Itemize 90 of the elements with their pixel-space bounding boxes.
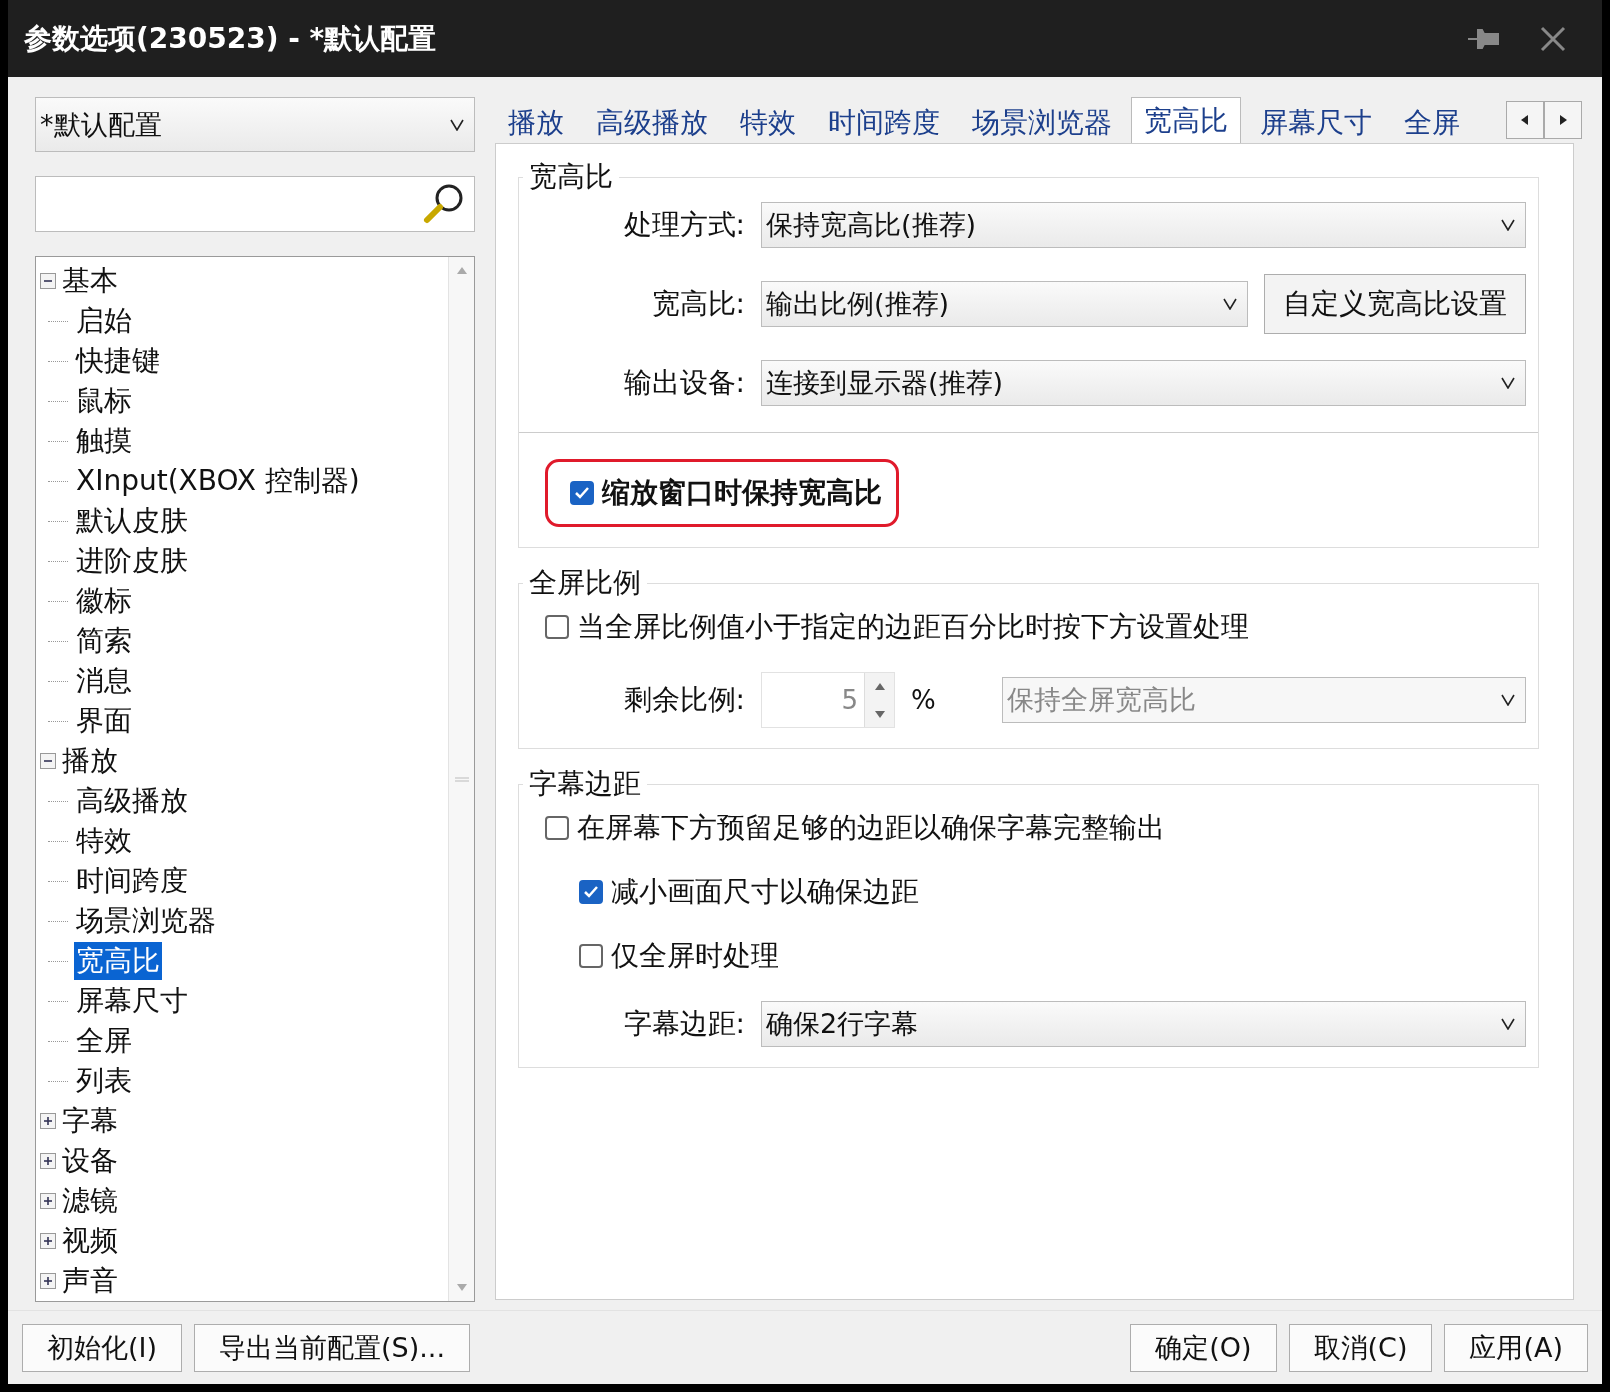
- field-label: 输出设备:: [622, 365, 745, 401]
- checkbox-label: 仅全屏时处理: [611, 938, 779, 974]
- tree-item[interactable]: 界面: [74, 702, 134, 740]
- scroll-up-icon: [455, 265, 468, 277]
- expand-icon[interactable]: [40, 1113, 56, 1129]
- checkbox[interactable]: [545, 615, 569, 639]
- tree-item[interactable]: 屏幕尺寸: [74, 982, 190, 1020]
- tab-scroll-left-button[interactable]: [1506, 101, 1544, 139]
- checkbox[interactable]: [579, 880, 603, 904]
- right-arrow-icon: [1557, 114, 1569, 126]
- tree-item[interactable]: 列表: [74, 1062, 134, 1100]
- tree-item[interactable]: 启始: [74, 302, 134, 340]
- tree-item[interactable]: 声音: [60, 1262, 120, 1300]
- expand-icon[interactable]: [40, 1193, 56, 1209]
- caret-icon: [450, 118, 464, 131]
- group-title: 全屏比例: [528, 565, 642, 601]
- field-label: 剩余比例:: [622, 682, 745, 718]
- tree-item[interactable]: 徽标: [74, 582, 134, 620]
- tree-item[interactable]: 鼠标: [74, 382, 134, 420]
- tab[interactable]: 屏幕尺寸: [1247, 101, 1385, 143]
- tab[interactable]: 全屏: [1391, 101, 1473, 143]
- tree-item[interactable]: 播放: [60, 742, 120, 780]
- checkbox-label: 缩放窗口时保持宽高比: [602, 475, 882, 511]
- tab[interactable]: 高级播放: [583, 101, 721, 143]
- dropdown[interactable]: 保持宽高比(推荐): [761, 202, 1526, 248]
- tab-scroll-right-button[interactable]: [1544, 101, 1582, 139]
- tree-item[interactable]: 高级播放: [74, 782, 190, 820]
- tree-item[interactable]: 默认皮肤: [74, 502, 190, 540]
- caret-icon: [1501, 694, 1515, 706]
- tree-item[interactable]: 视频: [60, 1222, 120, 1260]
- field-label: 宽高比:: [650, 286, 745, 322]
- footer-button[interactable]: 初始化(I): [22, 1323, 183, 1372]
- checkbox-label: 当全屏比例值小于指定的边距百分比时按下方设置处理: [577, 609, 1249, 645]
- dropdown[interactable]: 连接到显示器(推荐): [761, 360, 1526, 406]
- custom-ratio-button[interactable]: 自定义宽高比设置: [1264, 274, 1526, 334]
- tree-item[interactable]: 全屏: [74, 1022, 134, 1060]
- caret-icon: [1223, 298, 1237, 310]
- tab[interactable]: 播放: [495, 101, 577, 143]
- grip-icon: [454, 776, 469, 782]
- caret-icon: [1501, 377, 1515, 389]
- tree-item[interactable]: 场景浏览器: [74, 902, 218, 940]
- tree-item[interactable]: 宽高比: [74, 942, 162, 980]
- window-title: 参数选项(230523) - *默认配置: [24, 20, 438, 57]
- group-title: 字幕边距: [528, 766, 642, 802]
- footer-button[interactable]: 确定(O): [1130, 1323, 1277, 1372]
- caret-icon: [1501, 219, 1515, 231]
- search-field[interactable]: [35, 176, 475, 232]
- tree-item[interactable]: 时间跨度: [74, 862, 190, 900]
- dropdown[interactable]: 确保2行字幕: [761, 1001, 1526, 1047]
- tree-item[interactable]: 触摸: [74, 422, 134, 460]
- caret-icon: [1501, 1018, 1515, 1030]
- dropdown[interactable]: 输出比例(推荐): [761, 281, 1248, 327]
- dropdown[interactable]: *默认配置: [35, 97, 475, 152]
- footer-button[interactable]: 取消(C): [1288, 1323, 1433, 1372]
- expand-icon[interactable]: [40, 1273, 56, 1289]
- footer-button[interactable]: 应用(A): [1444, 1323, 1588, 1372]
- unit-label: %: [911, 685, 936, 715]
- tree-item[interactable]: 快捷键: [74, 342, 162, 380]
- checkmark-icon: [583, 885, 599, 899]
- tab[interactable]: 特效: [727, 101, 809, 143]
- collapse-icon[interactable]: [40, 273, 56, 289]
- checkbox-label: 在屏幕下方预留足够的边距以确保字幕完整输出: [577, 810, 1165, 846]
- collapse-icon[interactable]: [40, 753, 56, 769]
- tab[interactable]: 场景浏览器: [959, 101, 1125, 143]
- scrollbar[interactable]: [448, 257, 474, 1301]
- tree-item[interactable]: 字幕: [60, 1102, 120, 1140]
- tree-item[interactable]: 基本: [60, 262, 120, 300]
- tree-item[interactable]: 滤镜: [60, 1182, 120, 1220]
- field-label: 字幕边距:: [622, 1006, 745, 1042]
- expand-icon[interactable]: [40, 1153, 56, 1169]
- tree-item[interactable]: 消息: [74, 662, 134, 700]
- footer-button[interactable]: 导出当前配置(S)...: [194, 1323, 470, 1372]
- tree-item[interactable]: 简索: [74, 622, 134, 660]
- field-label: 处理方式:: [622, 207, 745, 243]
- tree-item[interactable]: XInput(XBOX 控制器): [74, 462, 362, 500]
- checkbox[interactable]: [579, 944, 603, 968]
- close-icon[interactable]: [1540, 25, 1566, 52]
- tab[interactable]: 宽高比: [1131, 97, 1241, 143]
- group-title: 宽高比: [528, 159, 614, 195]
- checkbox[interactable]: [570, 481, 594, 505]
- tree-item[interactable]: 特效: [74, 822, 134, 860]
- scroll-down-icon: [455, 1281, 468, 1293]
- checkbox-label: 减小画面尺寸以确保边距: [611, 874, 919, 910]
- checkmark-icon: [574, 486, 590, 500]
- left-arrow-icon: [1519, 114, 1531, 126]
- tree-item[interactable]: 进阶皮肤: [74, 542, 190, 580]
- checkbox[interactable]: [545, 816, 569, 840]
- expand-icon[interactable]: [40, 1233, 56, 1249]
- tree-item[interactable]: 设备: [60, 1142, 120, 1180]
- tab[interactable]: 时间跨度: [815, 101, 953, 143]
